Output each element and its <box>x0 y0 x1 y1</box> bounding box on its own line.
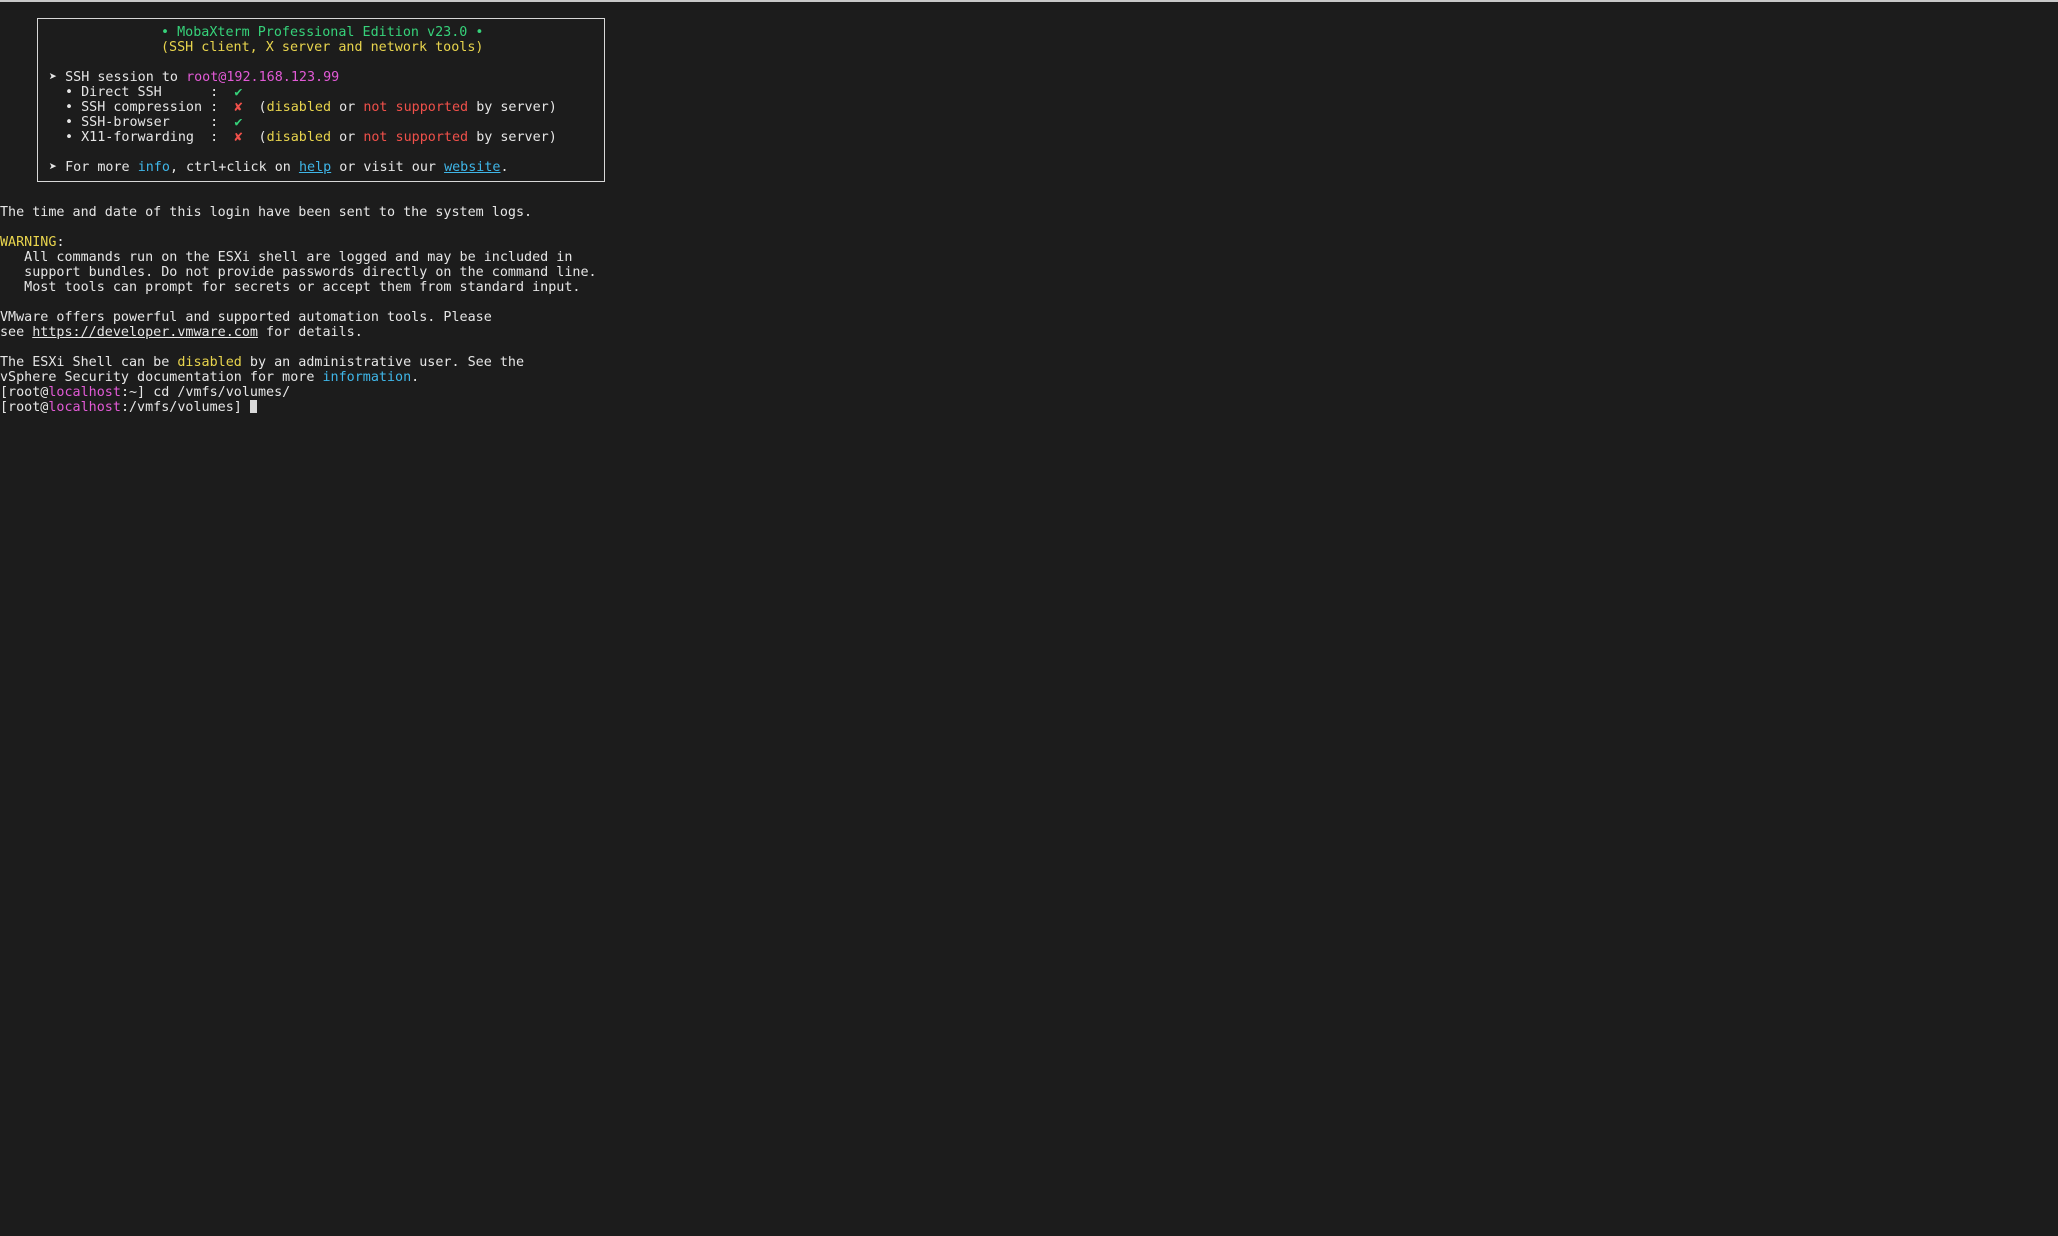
warning-label: WARNING <box>0 235 57 250</box>
prompt-host: localhost <box>48 385 121 400</box>
esxi-prefix: The ESXi Shell can be <box>0 355 178 370</box>
info-link[interactable]: info <box>138 160 170 175</box>
prompt-path: :~] <box>120 385 154 400</box>
vmware-developer-link[interactable]: https://developer.vmware.com <box>32 325 258 340</box>
note-disabled: disabled <box>266 130 332 145</box>
feature-label: Direct SSH : <box>81 85 219 100</box>
banner-title-line: • MobaXterm Professional Edition v23.0 • <box>161 25 483 40</box>
login-notice: The time and date of this login have bee… <box>0 205 533 220</box>
esxi-shell-line: The ESXi Shell can be disabled by an adm… <box>0 355 524 370</box>
warning-line-2: support bundles. Do not provide password… <box>0 265 597 280</box>
banner-subtitle: (SSH client, X server and network tools) <box>161 40 484 55</box>
prompt-path: :/vmfs/volumes] <box>120 400 250 415</box>
esxi-suffix: by an administrative user. See the <box>241 355 525 370</box>
bullet-icon: • <box>65 85 74 100</box>
information-link[interactable]: information <box>322 370 411 385</box>
help-link[interactable]: help <box>299 160 331 175</box>
vsphere-end: . <box>411 370 420 385</box>
note-paren: ( <box>258 130 267 145</box>
terminal-window[interactable]: • MobaXterm Professional Edition v23.0 •… <box>0 0 2058 1236</box>
vmware-line-2: see https://developer.vmware.com for det… <box>0 325 363 340</box>
note-paren: ( <box>258 100 267 115</box>
feature-item-direct-ssh: • Direct SSH : ✔ <box>65 85 242 100</box>
prompt-line-1: [root@localhost:~] cd /vmfs/volumes/ <box>0 385 290 400</box>
prompt-user: [root@ <box>0 385 49 400</box>
banner-title-bullet-left: • <box>161 25 170 40</box>
esxi-disabled: disabled <box>177 355 242 370</box>
vmware-line-1: VMware offers powerful and supported aut… <box>0 310 492 325</box>
feature-label: SSH-browser : <box>81 115 219 130</box>
banner-session-line: ➤ SSH session to root@192.168.123.99 <box>49 70 339 85</box>
more-prefix: For more <box>65 160 130 175</box>
session-target: root@192.168.123.99 <box>186 70 340 85</box>
check-icon: ✔ <box>234 115 243 130</box>
feature-label: SSH compression : <box>81 100 219 115</box>
warning-line-3: Most tools can prompt for secrets or acc… <box>0 280 581 295</box>
mobaxterm-welcome-banner: • MobaXterm Professional Edition v23.0 •… <box>37 18 605 182</box>
vsphere-prefix: vSphere Security documentation for more <box>0 370 323 385</box>
more-visit: or visit our <box>339 160 436 175</box>
text-cursor <box>249 400 257 413</box>
bullet-icon: • <box>65 115 74 130</box>
warning-colon: : <box>56 235 65 250</box>
note-disabled: disabled <box>266 100 332 115</box>
prompt-user: [root@ <box>0 400 49 415</box>
warning-line-1: All commands run on the ESXi shell are l… <box>0 250 573 265</box>
session-prefix: SSH session to <box>65 70 178 85</box>
cross-icon: ✘ <box>234 130 243 145</box>
prompt-command: cd /vmfs/volumes/ <box>153 385 291 400</box>
more-mid: , ctrl+click on <box>169 160 291 175</box>
note-not-supported: not supported <box>363 130 469 145</box>
bullet-icon: • <box>65 130 74 145</box>
note-not-supported: not supported <box>363 100 469 115</box>
bullet-icon: • <box>65 100 74 115</box>
feature-item-x11-forwarding: • X11-forwarding : ✘ (disabled or not su… <box>65 130 557 145</box>
more-end: . <box>500 160 509 175</box>
warning-heading: WARNING: <box>0 235 65 250</box>
note-or: or <box>339 130 356 145</box>
cross-icon: ✘ <box>234 100 243 115</box>
vmware-details: for details. <box>257 325 363 340</box>
banner-more-info-line: ➤ For more info, ctrl+click on help or v… <box>49 160 509 175</box>
vmware-see: see <box>0 325 33 340</box>
banner-title: MobaXterm Professional Edition v23.0 <box>177 25 468 40</box>
prompt-host: localhost <box>48 400 121 415</box>
note-by-server: by server) <box>476 100 557 115</box>
check-icon: ✔ <box>234 85 243 100</box>
arrow-icon: ➤ <box>49 160 58 175</box>
feature-item-ssh-compression: • SSH compression : ✘ (disabled or not s… <box>65 100 557 115</box>
vsphere-line: vSphere Security documentation for more … <box>0 370 419 385</box>
feature-label: X11-forwarding : <box>81 130 219 145</box>
feature-item-ssh-browser: • SSH-browser : ✔ <box>65 115 242 130</box>
banner-title-bullet-right: • <box>475 25 484 40</box>
note-by-server: by server) <box>476 130 557 145</box>
prompt-line-2[interactable]: [root@localhost:/vmfs/volumes] <box>0 400 257 415</box>
note-or: or <box>339 100 356 115</box>
website-link[interactable]: website <box>444 160 500 175</box>
arrow-icon: ➤ <box>49 70 58 85</box>
